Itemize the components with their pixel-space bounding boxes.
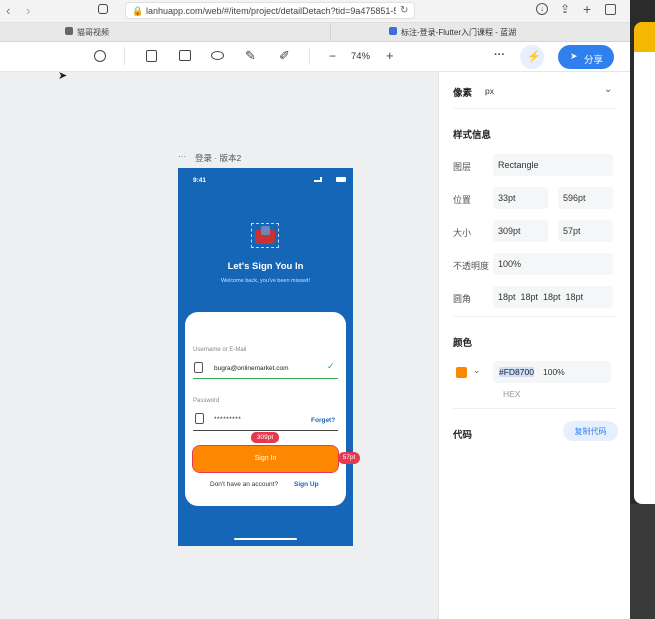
zoom-level: 74% — [351, 51, 371, 62]
color-hex[interactable]: #FD8700 — [499, 367, 534, 377]
status-time: 9:41 — [193, 177, 207, 184]
inspector-panel: 像素 px ⌄ 样式信息 图层 Rectangle 位置 33pt 596pt … — [438, 72, 630, 619]
size-label: 大小 — [453, 228, 472, 238]
tab-title: 猫哥视频 — [77, 28, 109, 37]
opacity-label: 不透明度 — [453, 261, 490, 271]
back-icon[interactable]: ‹ — [6, 4, 10, 17]
color-value-field[interactable]: #FD8700 100% — [493, 361, 611, 383]
copy-code-button[interactable]: 复制代码 — [563, 421, 618, 441]
zoom-out-button[interactable]: − — [329, 49, 336, 63]
adjacent-window-image — [630, 504, 655, 619]
tab-overview-icon[interactable] — [605, 4, 616, 15]
signal-icon — [314, 177, 322, 182]
comment-icon[interactable] — [179, 50, 191, 61]
history-icon[interactable] — [94, 50, 106, 62]
share-icon[interactable]: ⇪ — [560, 3, 570, 15]
eye-icon[interactable] — [211, 51, 224, 60]
share-label: 分享 — [584, 55, 604, 66]
username-input[interactable]: bugra@onlinemarket.com — [214, 365, 289, 372]
copy-code-label: 复制代码 — [574, 427, 607, 436]
color-section-title: 颜色 — [453, 338, 473, 349]
color-opacity: 100% — [543, 367, 565, 377]
username-underline — [193, 378, 338, 379]
address-bar[interactable]: 🔒 lanhuapp.com/web/#/item/project/detail… — [125, 2, 415, 19]
forgot-link[interactable]: Forget? — [311, 417, 335, 424]
radius-label: 圆角 — [453, 294, 472, 304]
color-swatch[interactable] — [456, 367, 467, 378]
size-width-field[interactable]: 309pt — [493, 220, 548, 242]
download-icon[interactable]: ↓ — [536, 3, 548, 15]
cart-logo-icon — [251, 223, 279, 248]
password-label: Password — [193, 398, 220, 404]
login-subheading: Welcome back, you've been missed! — [221, 278, 310, 284]
divider — [453, 408, 617, 409]
lock-icon — [195, 413, 204, 424]
username-label: Username or E-Mail — [193, 347, 247, 353]
artboard-title: 登录 · 版本2 — [195, 153, 242, 163]
eyedropper-icon[interactable]: ✐ — [279, 49, 290, 62]
new-tab-icon[interactable]: + — [583, 2, 591, 16]
forward-icon[interactable]: › — [26, 4, 30, 17]
password-input[interactable]: ********* — [214, 416, 241, 423]
position-label: 位置 — [453, 195, 472, 205]
lock-icon: 🔒 — [132, 6, 144, 16]
artboard-menu[interactable]: ··· — [178, 152, 186, 161]
signin-button[interactable]: Sign In — [192, 445, 339, 473]
battery-icon — [336, 177, 346, 182]
tab-lanhu[interactable]: 标注-登录-Flutter入门课程 - 蓝湖 — [330, 23, 630, 41]
height-badge: 57pt — [338, 452, 360, 464]
send-icon: ➤ — [570, 51, 578, 61]
position-x-field[interactable]: 33pt — [493, 187, 548, 209]
signin-label: Sign In — [254, 455, 277, 462]
divider — [124, 47, 125, 65]
adjacent-window-header — [634, 22, 655, 52]
chevron-down-icon[interactable]: ⌄ — [604, 84, 612, 95]
unit-select[interactable]: px — [485, 86, 494, 96]
code-section-title: 代码 — [453, 430, 473, 441]
tab-video[interactable]: 猫哥视频 — [0, 23, 200, 41]
more-button[interactable]: ··· — [494, 49, 505, 61]
design-toolbar: ✎ ✐ − 74% + ··· ⚡ ➤ 分享 — [0, 42, 630, 72]
cursor-icon: ➤ — [58, 70, 68, 82]
signup-link[interactable]: Sign Up — [294, 481, 319, 488]
opacity-field[interactable]: 100% — [493, 253, 613, 275]
tab-title: 标注-登录-Flutter入门课程 - 蓝湖 — [401, 28, 517, 37]
size-height-field[interactable]: 57pt — [558, 220, 613, 242]
style-section-title: 样式信息 — [453, 130, 492, 141]
pen-icon[interactable]: ✎ — [245, 49, 256, 62]
width-badge: 309pt — [251, 432, 279, 443]
login-card: Username or E-Mail bugra@onlinemarket.co… — [185, 312, 346, 506]
zoom-in-button[interactable]: + — [386, 48, 394, 63]
layer-field[interactable]: Rectangle — [493, 154, 613, 176]
chevron-down-icon[interactable]: ⌄ — [473, 365, 481, 376]
adjacent-window — [630, 0, 655, 619]
divider — [309, 47, 310, 65]
user-icon — [194, 362, 203, 373]
layer-label: 图层 — [453, 162, 472, 172]
adjacent-window-panel — [634, 22, 655, 504]
plugin-button[interactable]: ⚡ — [520, 45, 544, 69]
reload-icon[interactable]: ↻ — [400, 5, 408, 16]
password-underline — [193, 430, 338, 431]
login-heading: Let's Sign You In — [227, 261, 304, 272]
divider — [453, 108, 617, 109]
browser-chrome: ‹ › 🔒 lanhuapp.com/web/#/item/project/de… — [0, 0, 630, 23]
radius-field[interactable]: 18pt 18pt 18pt 18pt — [493, 286, 613, 308]
check-icon: ✓ — [327, 361, 335, 371]
sidebar-toggle-icon[interactable] — [98, 4, 108, 14]
tab-favicon — [65, 27, 73, 35]
divider — [453, 316, 617, 317]
tab-bar: 猫哥视频 标注-登录-Flutter入门课程 - 蓝湖 — [0, 23, 630, 42]
unit-label: 像素 — [453, 88, 473, 99]
lightning-icon: ⚡ — [527, 51, 541, 63]
document-icon[interactable] — [146, 50, 157, 62]
phone-artboard[interactable]: 9:41 Let's Sign You In Welcome back, you… — [178, 168, 360, 546]
color-format: HEX — [503, 389, 521, 399]
share-button[interactable]: ➤ 分享 — [558, 45, 614, 69]
no-account-text: Don't have an account? — [210, 481, 279, 488]
url-text: lanhuapp.com/web/#/item/project/detailDe… — [146, 6, 396, 16]
home-indicator — [234, 538, 297, 540]
tab-favicon — [389, 27, 397, 35]
position-y-field[interactable]: 596pt — [558, 187, 613, 209]
